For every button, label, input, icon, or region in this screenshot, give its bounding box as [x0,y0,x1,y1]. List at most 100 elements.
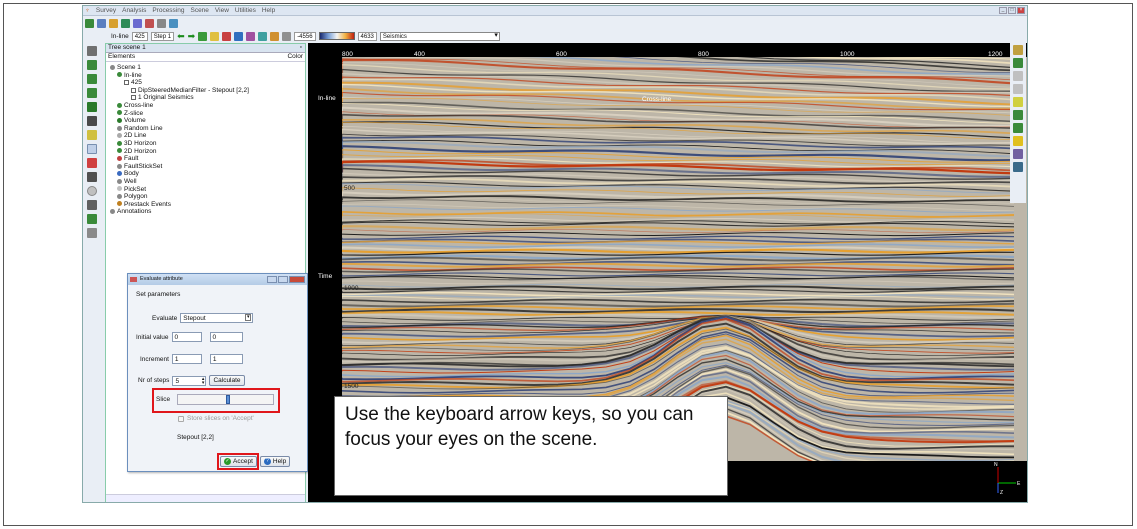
evaluate-select[interactable]: Stepout ▾ [180,313,254,323]
home-icon[interactable] [87,74,97,84]
menu-processing[interactable]: Processing [152,7,184,14]
plugin-icon[interactable] [157,18,166,28]
horizon-icon[interactable] [145,18,154,28]
mesh-icon[interactable] [1013,110,1023,120]
tree-item[interactable]: Random Line [106,125,305,133]
tree-item[interactable]: 425 [106,79,305,87]
spin-arrows-icon[interactable]: ▴ ▾ [202,376,205,385]
rotate-icon[interactable] [234,31,244,41]
tree-item[interactable]: Prestack Events [106,201,305,209]
tree-list: Scene 1 In-line 425 DipSteeredMedianFilter … [106,62,317,216]
help-button[interactable]: ? Help [259,456,291,467]
tree-item[interactable]: DipSteeredMedianFilter - Stepout [2,2] [106,87,317,95]
tree-item[interactable]: FaultStickSet [106,163,305,171]
grid-icon[interactable] [87,228,97,238]
pencil-icon[interactable] [87,130,97,140]
tree-checkbox[interactable] [131,87,136,93]
tree-item-icon [117,155,122,161]
tracker-icon[interactable] [1013,58,1023,68]
dialog-minimize-button[interactable] [267,276,277,283]
arrow-left-icon[interactable]: ⬅ [177,31,185,41]
dialog-close-button[interactable] [289,276,305,283]
tree-item[interactable]: Fault [106,155,305,163]
initial-value-a-input[interactable]: 0 [171,332,202,342]
view-z-icon[interactable] [87,102,97,112]
flip-icon[interactable] [282,31,292,41]
globe-icon[interactable] [1013,162,1023,172]
crossplot-icon[interactable] [1013,97,1023,107]
display-icon[interactable] [198,31,208,41]
settings-icon[interactable] [258,31,268,41]
ruler-icon[interactable] [87,158,97,168]
survey-icon[interactable] [97,18,106,28]
maximize-button[interactable]: □ [1008,7,1016,14]
calculate-button[interactable]: Calculate [209,375,245,386]
initial-value-b-input[interactable]: 0 [209,332,243,342]
stereo-icon[interactable] [87,214,97,224]
close-button[interactable]: × [1017,7,1025,14]
pickset-icon[interactable] [1013,84,1023,94]
attribute-icon[interactable] [109,18,118,28]
color-icon[interactable] [270,31,280,41]
tree-item[interactable]: Polygon [106,193,305,201]
increment-a-input[interactable]: 1 [171,354,202,364]
view-north-icon[interactable] [87,88,97,98]
lightning-icon[interactable] [1013,136,1023,146]
tree-item[interactable]: In-line [106,72,305,80]
pick-icon[interactable] [210,31,220,41]
menu-scene[interactable]: Scene [190,7,208,14]
minimize-button[interactable]: _ [999,7,1007,14]
sqlt-icon[interactable] [169,18,178,28]
tree-checkbox[interactable] [131,95,136,101]
store-slices-checkbox[interactable] [178,415,184,422]
tree-item[interactable]: PickSet [106,186,305,194]
menu-survey[interactable]: Survey [96,7,116,14]
tree-item[interactable]: Z-slice [106,110,305,118]
tree-item[interactable]: Volume [106,117,305,125]
tree-item[interactable]: Body [106,170,305,178]
dialog-maximize-button[interactable] [278,276,288,283]
colorbar-min[interactable]: -4556 [294,31,316,41]
tree-item[interactable]: 2D Line [106,132,305,140]
surface-icon[interactable] [1013,123,1023,133]
scene-icon[interactable] [87,60,97,70]
table-icon[interactable] [1013,71,1023,81]
dock-icon[interactable]: ▫ [300,44,302,52]
colorbar-max[interactable]: 4633 [357,31,377,41]
hand-icon[interactable] [87,46,97,56]
increment-row: Increment 1 1 [140,354,243,364]
eye-icon[interactable] [87,186,97,196]
arrow-right-icon[interactable]: ➡ [188,31,196,41]
tree-item[interactable]: Cross-line [106,102,305,110]
increment-b-input[interactable]: 1 [209,354,243,364]
menu-utilities[interactable]: Utilities [235,7,256,14]
draw-icon[interactable] [222,31,232,41]
graph-icon[interactable] [1013,45,1023,55]
tree-checkbox[interactable] [124,79,129,85]
camera-icon[interactable] [87,172,97,182]
axis-icon[interactable] [87,144,97,154]
tree-icon[interactable] [85,18,94,28]
nr-steps-spinbox[interactable]: 5 ▴ ▾ [172,375,207,386]
tree-item-icon [117,110,122,116]
tree-item[interactable]: Well [106,178,305,186]
tools-icon[interactable] [87,200,97,210]
volume-icon[interactable] [133,18,142,28]
menu-analysis[interactable]: Analysis [122,7,146,14]
tree-item[interactable]: 1 Original Seismics [106,94,317,102]
layers-icon[interactable] [1013,149,1023,159]
tree-scrollbar[interactable] [106,494,305,502]
tree-item[interactable]: Annotations [106,208,305,216]
tree-item[interactable]: 3D Horizon [106,140,305,148]
cube-icon[interactable] [87,116,97,126]
step-spinbox[interactable]: Step 1 [150,31,175,41]
view-icon[interactable] [246,31,256,41]
inline-spinbox[interactable]: 425 [131,31,148,41]
menu-help[interactable]: Help [262,7,275,14]
menu-view[interactable]: View [215,7,229,14]
attribute-select[interactable]: Seismics [379,31,500,41]
well-icon[interactable] [121,18,130,28]
colorbar[interactable] [318,32,355,40]
tree-item[interactable]: 2D Horizon [106,148,305,156]
tree-item[interactable]: Scene 1 [106,64,305,72]
